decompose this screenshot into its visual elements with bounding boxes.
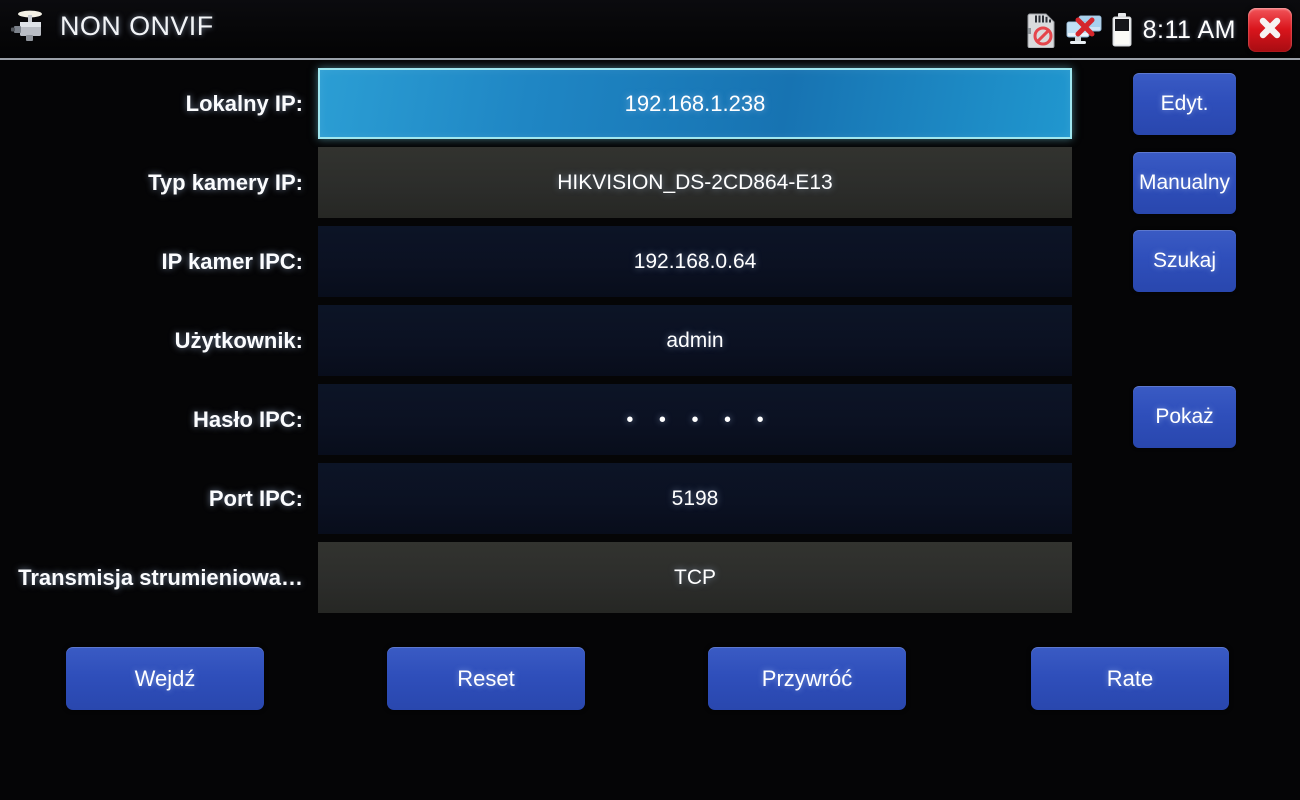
title-bar-left: NON ONVIF	[10, 9, 214, 43]
field-label-lokalny-ip: Lokalny IP:	[185, 90, 303, 116]
form-row: Transmisja strumieniowa… TCP	[0, 542, 1300, 613]
field-label-uzytkownik: Użytkownik:	[174, 327, 303, 353]
network-disconnected-icon	[1065, 14, 1103, 47]
field-label-haslo-ipc: Hasło IPC:	[192, 406, 303, 432]
form-row: Typ kamery IP: HIKVISION_DS-2CD864-E13	[0, 147, 1300, 218]
field-value-transmisja-strumieniowa[interactable]: TCP	[318, 542, 1072, 613]
clock: 8:11 AM	[1142, 15, 1236, 44]
settings-form: Lokalny IP: 192.168.1.238 Typ kamery IP:…	[0, 68, 1300, 621]
field-value-ip-kamer-ipc[interactable]: 192.168.0.64	[318, 226, 1072, 297]
edit-button[interactable]: Edyt.	[1133, 73, 1236, 135]
field-label-transmisja-strumieniowa: Transmisja strumieniowa…	[18, 564, 303, 590]
field-value-haslo-ipc[interactable]: • • • • •	[318, 384, 1072, 455]
field-label-typ-kamery-ip: Typ kamery IP:	[148, 169, 303, 195]
form-row: Lokalny IP: 192.168.1.238	[0, 68, 1300, 139]
form-row: IP kamer IPC: 192.168.0.64	[0, 226, 1300, 297]
field-value-lokalny-ip[interactable]: 192.168.1.238	[318, 68, 1072, 139]
manual-button[interactable]: Manualny	[1133, 152, 1236, 214]
sd-card-disabled-icon	[1027, 12, 1057, 48]
restore-button[interactable]: Przywróć	[708, 647, 906, 710]
battery-icon	[1111, 13, 1133, 47]
form-row: Hasło IPC: • • • • •	[0, 384, 1300, 455]
field-value-uzytkownik[interactable]: admin	[318, 305, 1072, 376]
status-bar: 8:11 AM	[1027, 8, 1292, 52]
title-bar: NON ONVIF 8:11 AM	[0, 0, 1300, 60]
cctv-camera-icon	[10, 9, 50, 43]
form-row: Port IPC: 5198	[0, 463, 1300, 534]
bottom-button-bar: Wejdź Reset Przywróć Rate	[0, 647, 1300, 711]
field-label-ip-kamer-ipc: IP kamer IPC:	[161, 248, 303, 274]
rate-button[interactable]: Rate	[1031, 647, 1229, 710]
field-value-port-ipc[interactable]: 5198	[318, 463, 1072, 534]
reset-button[interactable]: Reset	[387, 647, 585, 710]
page-title: NON ONVIF	[60, 10, 214, 41]
show-password-button[interactable]: Pokaż	[1133, 386, 1236, 448]
field-value-typ-kamery-ip[interactable]: HIKVISION_DS-2CD864-E13	[318, 147, 1072, 218]
form-row: Użytkownik: admin	[0, 305, 1300, 376]
password-mask: • • • • •	[626, 408, 774, 431]
field-label-port-ipc: Port IPC:	[208, 485, 303, 511]
close-button[interactable]	[1248, 8, 1292, 52]
search-button[interactable]: Szukaj	[1133, 230, 1236, 292]
enter-button[interactable]: Wejdź	[66, 647, 264, 710]
close-icon	[1256, 14, 1284, 47]
device-screen: NON ONVIF 8:11 AM Lokalny IP: 192.168.1.…	[0, 0, 1300, 800]
